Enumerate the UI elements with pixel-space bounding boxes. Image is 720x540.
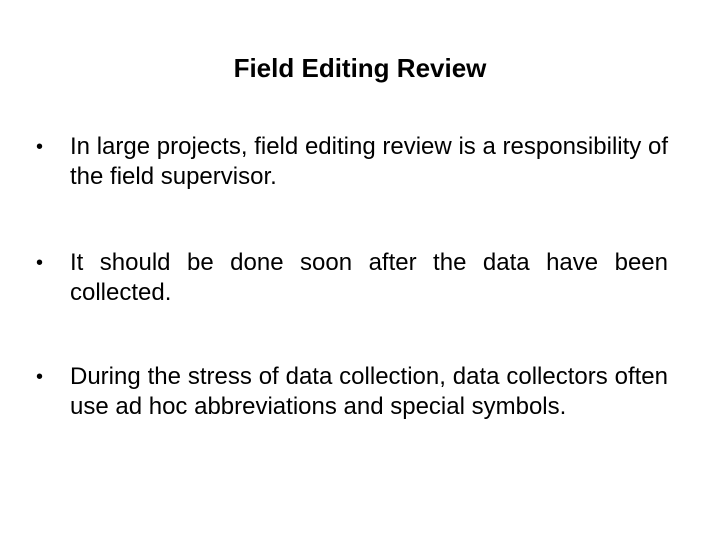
bullet-icon: • <box>36 252 44 274</box>
bullet-item: • In large projects, field editing revie… <box>36 132 668 192</box>
bullet-text: In large projects, field editing review … <box>70 133 668 190</box>
bullet-item: • It should be done soon after the data … <box>36 248 668 308</box>
bullet-text: During the stress of data collection, da… <box>70 363 668 420</box>
slide-title: Field Editing Review <box>233 53 487 83</box>
bullet-icon: • <box>36 366 44 388</box>
bullet-text: It should be done soon after the data ha… <box>70 249 668 306</box>
bullet-item: • During the stress of data collection, … <box>36 362 668 422</box>
bullet-icon: • <box>36 136 44 158</box>
